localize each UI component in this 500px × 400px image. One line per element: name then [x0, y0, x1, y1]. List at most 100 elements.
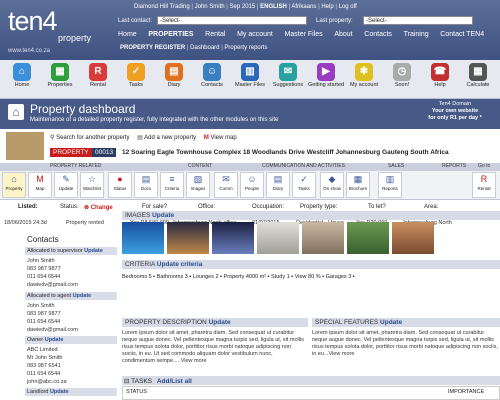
owner-update-link[interactable]: Update	[45, 337, 64, 343]
lang-english[interactable]: ENGLISH	[260, 4, 287, 10]
gallery-image[interactable]	[347, 222, 389, 254]
images-update-link[interactable]: Update	[152, 212, 174, 219]
subnav-dashboard[interactable]: Dashboard	[190, 45, 219, 51]
tab-label: Property	[5, 186, 23, 191]
toolbar-help-button[interactable]: ☎ Help	[422, 63, 458, 88]
tab-reports[interactable]: ▥ Reports	[378, 172, 402, 198]
tab-comm[interactable]: ✉ Comm	[214, 172, 238, 198]
toolbar-diary-button[interactable]: ▤ Diary	[156, 63, 192, 88]
description-update-link[interactable]: Update	[209, 319, 231, 326]
lang-afrikaans[interactable]: Afrikaans	[291, 4, 316, 10]
tab-label: Brochure	[348, 186, 368, 191]
tab-label: Rental	[477, 186, 491, 191]
toolbar-rental-button[interactable]: R Rental	[80, 63, 116, 88]
gallery-image[interactable]	[167, 222, 209, 254]
tab-update[interactable]: ✎ Update	[54, 172, 78, 198]
subnav-reports[interactable]: Property reports	[224, 45, 267, 51]
owner-email[interactable]: john@abc.co.za	[27, 378, 67, 386]
agent-update-link[interactable]: Update	[73, 293, 92, 299]
tasks-collapse-icon[interactable]: ⊟	[124, 378, 129, 385]
tab-docs[interactable]: ▤ Docs	[134, 172, 158, 198]
property-thumbnail[interactable]	[6, 132, 44, 160]
landlord-head-text: Landlord	[27, 389, 49, 395]
nav-master-files[interactable]: Master Files	[285, 31, 323, 38]
owner-info: ABC Limited Mr John Smith 083 987 6541 0…	[27, 346, 67, 386]
group-reports: REPORTS	[442, 163, 467, 169]
logo[interactable]: ten4	[8, 6, 58, 37]
company-name[interactable]: Diamond Hill Trading	[134, 4, 190, 10]
view-map-link[interactable]: View map	[211, 135, 237, 141]
nav-properties[interactable]: PROPERTIES	[148, 31, 193, 38]
logoff-link[interactable]: Log off	[339, 4, 357, 10]
tab-diary[interactable]: ▤ Diary	[266, 172, 290, 198]
toolbar-properties-button[interactable]: ▦ Properties	[42, 63, 78, 88]
landlord-update-link[interactable]: Update	[50, 389, 69, 395]
tab-on-show[interactable]: ◆ On show	[320, 172, 344, 198]
last-property-select[interactable]: -Select-	[363, 16, 473, 25]
toolbar-label: My account	[349, 82, 379, 88]
calculate-icon: ▦	[469, 63, 487, 81]
supervisor-update-link[interactable]: Update	[84, 248, 103, 254]
help-link[interactable]: Help	[321, 4, 333, 10]
contacts-icon: ☺	[203, 63, 221, 81]
gallery-image[interactable]	[302, 222, 344, 254]
agent-email[interactable]: dawiedv@gmail.com	[27, 326, 78, 334]
subnav-current[interactable]: PROPERTY REGISTER	[120, 45, 185, 51]
gallery-image[interactable]	[392, 222, 434, 254]
agent-head-text: Allocated to agent	[27, 293, 72, 299]
toolbar-tasks-button[interactable]: ✓ Tasks	[118, 63, 154, 88]
nav-about[interactable]: About	[334, 31, 352, 38]
nav-my-account[interactable]: My account	[237, 31, 273, 38]
tab-people[interactable]: ☺ People	[240, 172, 264, 198]
add-property-link[interactable]: Add a new property	[144, 135, 196, 141]
tab-criteria[interactable]: ≡ Criteria	[160, 172, 184, 198]
tab-status[interactable]: ● Status	[108, 172, 132, 198]
nav-contact-ten4[interactable]: Contact TEN4	[440, 31, 484, 38]
toolbar-calculate-button[interactable]: ▦ Calculate	[460, 63, 496, 88]
tab-rental[interactable]: R Rental	[472, 172, 496, 198]
supervisor-email[interactable]: dawiedv@gmail.com	[27, 281, 78, 289]
rental-tab-icon: R	[480, 174, 488, 184]
gallery-image[interactable]	[122, 222, 164, 254]
nav-rental[interactable]: Rental	[205, 31, 225, 38]
gallery-image[interactable]	[257, 222, 299, 254]
description-text: Lorem ipsum dolor sit amet, pharetra dia…	[122, 330, 304, 364]
toolbar-contacts-button[interactable]: ☺ Contacts	[194, 63, 230, 88]
find-property-link[interactable]: Search for another property	[56, 135, 129, 141]
agent-name[interactable]: John Smith	[27, 302, 78, 310]
last-contact-select[interactable]: -Select-	[157, 16, 307, 25]
toolbar-label: Help	[434, 82, 446, 88]
status-value: Property rented	[66, 220, 104, 226]
tab-tasks[interactable]: ✓ Tasks	[292, 172, 316, 198]
toolbar-my-account-button[interactable]: ✱ My account	[346, 63, 382, 88]
nav-contacts[interactable]: Contacts	[364, 31, 392, 38]
landlord-header: Landlord Update	[25, 388, 117, 396]
toolbar-soon-button[interactable]: ◷ Soon!	[384, 63, 420, 88]
user-name[interactable]: John Smith	[195, 4, 225, 10]
nav-home[interactable]: Home	[118, 31, 137, 38]
on-show-tab-icon: ◆	[328, 174, 336, 184]
tab-images[interactable]: ▧ Images	[186, 172, 210, 198]
supervisor-name[interactable]: John Smith	[27, 257, 78, 265]
toolbar-getting-started-button[interactable]: ▶ Getting started	[308, 63, 344, 88]
toolbar-master-files-button[interactable]: ▥ Master Files	[232, 63, 268, 88]
owner-company[interactable]: ABC Limited	[27, 346, 67, 354]
tasks-add-link[interactable]: Add/List all	[157, 378, 192, 385]
nav-training[interactable]: Training	[404, 31, 429, 38]
toolbar-home-button[interactable]: ⌂ Home	[4, 63, 40, 88]
gallery-image[interactable]	[212, 222, 254, 254]
ad-banner[interactable]: Ten4 Domain Your own website for only R1…	[410, 101, 500, 122]
toolbar-label: Diary	[167, 82, 181, 88]
status-change-link[interactable]: ⊗ Change	[84, 204, 113, 211]
watchlist-tab-icon: ☆	[87, 174, 97, 184]
supervisor-cell: 083 987 9877	[27, 266, 61, 272]
features-update-link[interactable]: Update	[380, 319, 402, 326]
toolbar-suggestions-button[interactable]: ✉ Suggestions	[270, 63, 306, 88]
tab-property[interactable]: ⌂ Property	[2, 172, 26, 198]
group-communication: COMMUNICATION AND ACTIVITIES	[262, 163, 345, 169]
tab-brochure[interactable]: ▦ Brochure	[346, 172, 370, 198]
tab-map[interactable]: M Map	[28, 172, 52, 198]
site-url: www.ten4.co.za	[8, 48, 51, 54]
criteria-update-link[interactable]: Update criteria	[157, 261, 203, 268]
tab-watchlist[interactable]: ☆ Watchlist	[80, 172, 104, 198]
